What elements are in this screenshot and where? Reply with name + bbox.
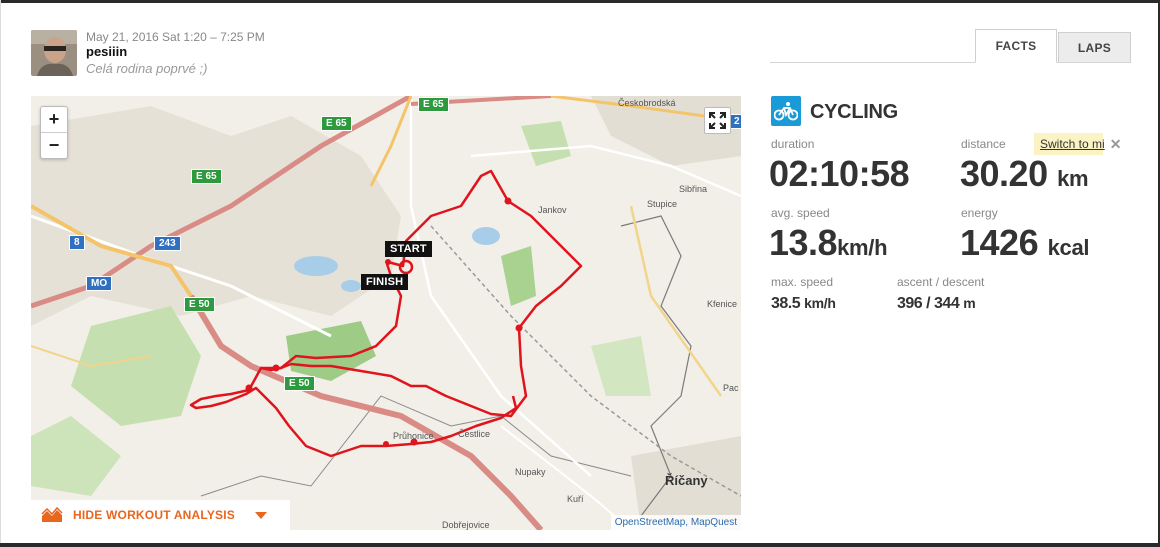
tab-facts[interactable]: FACTS	[975, 29, 1057, 63]
zoom-control: + −	[40, 106, 68, 159]
avg-speed-value: 13.8	[769, 222, 838, 263]
user-avatar[interactable]	[31, 30, 77, 76]
sport-title: CYCLING	[810, 101, 898, 123]
street-label: Českobrodská	[618, 98, 676, 108]
bicycle-icon	[771, 96, 801, 126]
finish-marker[interactable]: FINISH	[361, 274, 409, 290]
workout-description: Celá rodina poprvé ;)	[86, 61, 208, 76]
route-map[interactable]: E 65 E 65 E 65 E 50 E 50 8 243 MO 2 Česk…	[31, 96, 741, 530]
workout-date: May 21, 2016 Sat 1:20 – 7:25 PM	[86, 30, 265, 44]
user-name[interactable]: pesiiin	[86, 44, 127, 59]
zoom-in-button[interactable]: +	[41, 107, 67, 133]
road-shield-mo: MO	[86, 276, 113, 291]
start-marker[interactable]: START	[385, 241, 432, 257]
road-shield-e65: E 65	[191, 169, 222, 184]
road-shield-e65: E 65	[418, 97, 449, 112]
energy-value: 1426	[960, 222, 1039, 263]
distance-label: distance	[961, 137, 1006, 151]
road-shield-e50: E 50	[284, 376, 315, 391]
town-label: Čestlice	[458, 429, 491, 439]
town-label: Kuří	[567, 494, 584, 504]
tab-laps[interactable]: LAPS	[1058, 32, 1131, 62]
close-icon[interactable]: ✕	[1110, 136, 1122, 153]
town-label: Jankov	[538, 205, 567, 215]
fullscreen-button[interactable]	[704, 107, 731, 134]
switch-units-link[interactable]: Switch to mi	[1040, 137, 1105, 151]
distance-value: 30.20	[960, 153, 1048, 194]
zoom-out-button[interactable]: −	[41, 133, 67, 158]
max-speed-label: max. speed	[771, 275, 834, 289]
town-label: Průhonice	[393, 431, 434, 441]
town-label: Dobřejovice	[442, 520, 490, 530]
ascent-descent-value: 396 / 344	[897, 295, 960, 312]
tabs-divider	[770, 62, 1131, 63]
ascent-descent-unit: m	[963, 295, 976, 311]
map-attribution[interactable]: OpenStreetMap, MapQuest	[610, 515, 741, 530]
duration-label: duration	[771, 137, 815, 151]
avg-speed-unit: km/h	[837, 235, 888, 260]
town-label: Sibřina	[679, 184, 708, 194]
town-label: Kfenice	[707, 299, 738, 309]
town-label: Nupaky	[515, 467, 546, 477]
town-label: Říčany	[665, 473, 708, 488]
energy-unit: kcal	[1047, 235, 1090, 260]
route-path	[189, 169, 583, 458]
max-speed-stat: 38.5 km/h	[771, 295, 836, 313]
analysis-label: HIDE WORKOUT ANALYSIS	[73, 508, 235, 522]
ascent-descent-stat: 396 / 344 m	[897, 295, 976, 313]
max-speed-value: 38.5	[771, 295, 801, 312]
distance-unit: km	[1057, 166, 1089, 191]
town-label: Pac	[723, 383, 739, 393]
road-shield-e65: E 65	[321, 116, 352, 131]
caret-down-icon	[255, 511, 267, 519]
ascent-descent-label: ascent / descent	[897, 275, 985, 289]
town-label: Stupice	[647, 199, 678, 209]
analysis-chart-icon	[41, 507, 63, 522]
avg-speed-stat: 13.8km/h	[769, 222, 888, 264]
avg-speed-label: avg. speed	[771, 206, 830, 220]
hide-workout-analysis-button[interactable]: HIDE WORKOUT ANALYSIS	[31, 500, 290, 530]
expand-icon	[709, 112, 726, 129]
window-left-border	[0, 0, 1, 547]
energy-label: energy	[961, 206, 998, 220]
road-shield-243: 243	[154, 236, 181, 251]
road-shield-e50: E 50	[184, 297, 215, 312]
distance-stat: 30.20 km	[960, 153, 1089, 195]
duration-value: 02:10:58	[769, 153, 910, 194]
energy-stat: 1426 kcal	[960, 222, 1090, 264]
unit-switch-box: Switch to mi ✕	[1034, 133, 1121, 155]
max-speed-unit: km/h	[804, 295, 836, 311]
road-shield-8: 8	[69, 235, 85, 250]
window-top-border	[0, 0, 1160, 3]
window-bottom-border	[0, 543, 1160, 547]
